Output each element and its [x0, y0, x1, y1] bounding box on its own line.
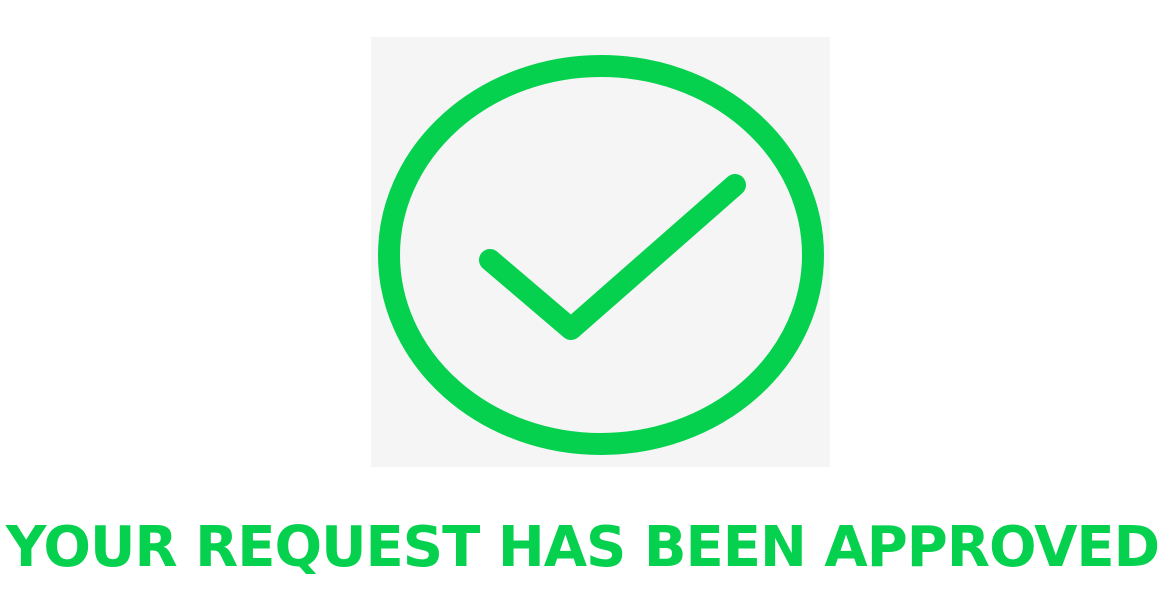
approval-icon-container — [371, 37, 830, 467]
check-mark — [479, 174, 746, 340]
checkmark-circle-icon — [378, 55, 824, 455]
circle-outline — [378, 55, 824, 455]
approval-page: YOUR REQUEST HAS BEEN APPROVED — [0, 0, 1165, 600]
approval-message: YOUR REQUEST HAS BEEN APPROVED — [5, 515, 1160, 580]
